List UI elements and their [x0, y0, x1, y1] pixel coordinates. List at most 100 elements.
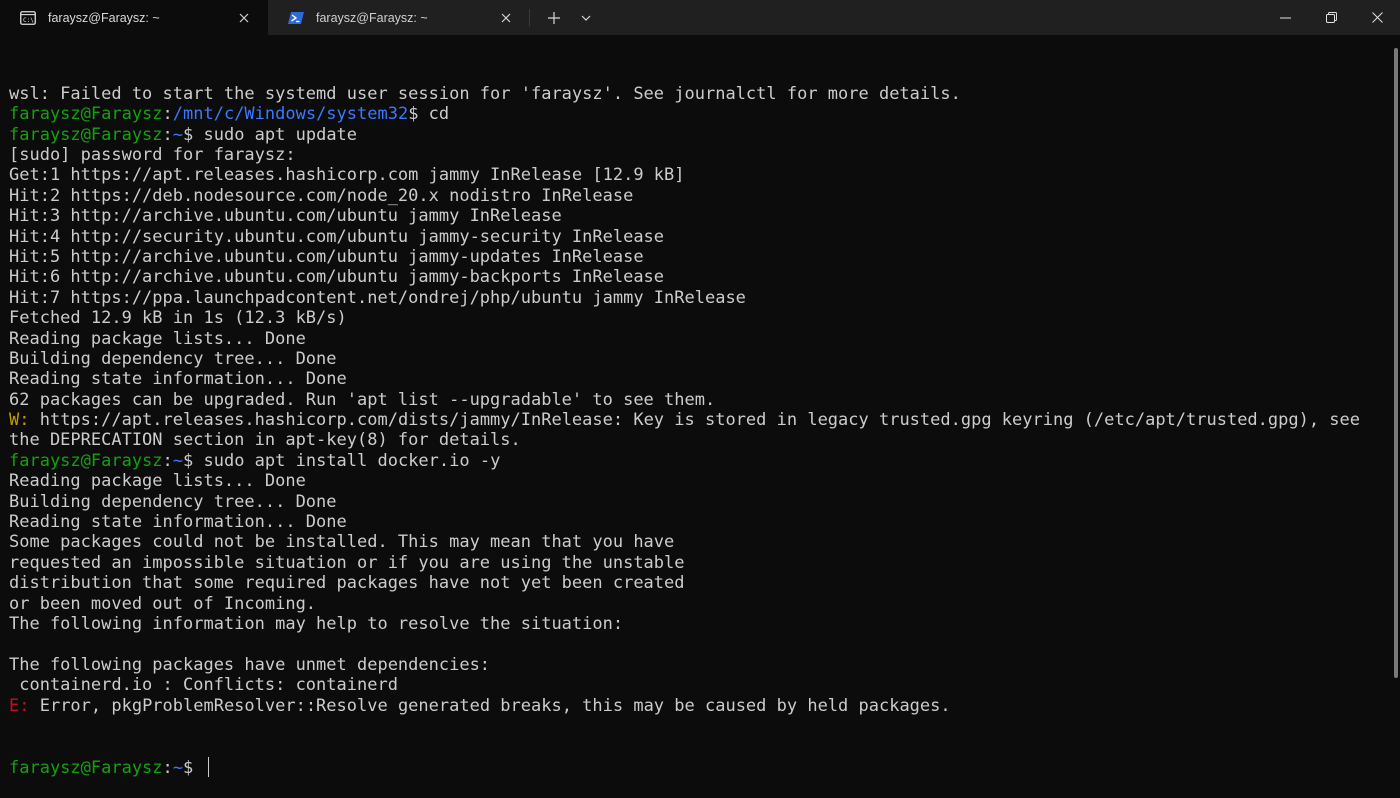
- output-text: requested an impossible situation or if …: [9, 552, 685, 573]
- close-window-button[interactable]: [1354, 0, 1400, 35]
- output-text: Hit:7 https://ppa.launchpadcontent.net/o…: [9, 287, 746, 308]
- terminal-line: E: Error, pkgProblemResolver::Resolve ge…: [9, 696, 1400, 716]
- output-text: containerd.io : Conflicts: containerd: [9, 675, 398, 696]
- text-cursor: [207, 756, 209, 777]
- terminal-lines: wsl: Failed to start the systemd user se…: [9, 84, 1400, 716]
- terminal-line: Fetched 12.9 kB in 1s (12.3 kB/s): [9, 308, 1400, 328]
- terminal-line: faraysz@Faraysz:~$ sudo apt install dock…: [9, 451, 1400, 471]
- scrollbar[interactable]: [1394, 48, 1398, 678]
- output-text: Hit:6 http://archive.ubuntu.com/ubuntu j…: [9, 267, 665, 288]
- tab-divider: [529, 9, 530, 26]
- restore-button[interactable]: [1308, 0, 1354, 35]
- close-icon: [1371, 12, 1383, 23]
- output-text: Building dependency tree... Done: [9, 348, 337, 369]
- terminal-line: requested an impossible situation or if …: [9, 553, 1400, 573]
- prompt-user: faraysz@Faraysz: [9, 757, 163, 778]
- output-text: Get:1 https://apt.releases.hashicorp.com…: [9, 165, 685, 186]
- terminal-line: or been moved out of Incoming.: [9, 594, 1400, 614]
- warning-tag: W:: [9, 410, 30, 431]
- terminal-line: Reading state information... Done: [9, 512, 1400, 532]
- prompt-user: faraysz@Faraysz: [9, 450, 163, 471]
- output-text: $ cd: [408, 104, 450, 125]
- output-text: $ sudo apt install docker.io -y: [183, 450, 501, 471]
- terminal-line: wsl: Failed to start the systemd user se…: [9, 84, 1400, 104]
- terminal-line: Building dependency tree... Done: [9, 349, 1400, 369]
- output-text: or been moved out of Incoming.: [9, 593, 317, 614]
- output-text: Reading package lists... Done: [9, 328, 306, 349]
- restore-icon: [1325, 12, 1337, 23]
- tab-powershell[interactable]: faraysz@Faraysz: ~: [268, 0, 530, 35]
- prompt-symbol: $: [183, 757, 204, 778]
- close-icon[interactable]: [496, 8, 516, 28]
- prompt-path: ~: [172, 124, 184, 145]
- terminal-line: Reading package lists... Done: [9, 329, 1400, 349]
- terminal-line: Building dependency tree... Done: [9, 492, 1400, 512]
- output-text: Reading package lists... Done: [9, 471, 306, 492]
- output-text: Hit:5 http://archive.ubuntu.com/ubuntu j…: [9, 246, 644, 267]
- output-text: Reading state information... Done: [9, 369, 347, 390]
- terminal-line: The following packages have unmet depend…: [9, 655, 1400, 675]
- tab-dropdown-button[interactable]: [570, 0, 602, 35]
- output-text: Hit:3 http://archive.ubuntu.com/ubuntu j…: [9, 206, 562, 227]
- output-text: Some packages could not be installed. Th…: [9, 532, 675, 553]
- terminal-line: Get:1 https://apt.releases.hashicorp.com…: [9, 165, 1400, 185]
- plus-icon: [548, 11, 560, 24]
- output-text: $ sudo apt update: [183, 124, 358, 145]
- output-text: 62 packages can be upgraded. Run 'apt li…: [9, 389, 716, 410]
- tab-title: faraysz@Faraysz: ~: [48, 10, 160, 25]
- prompt-path: ~: [172, 450, 184, 471]
- prompt-path: /mnt/c/Windows/system32: [172, 104, 409, 125]
- output-text: Hit:4 http://security.ubuntu.com/ubuntu …: [9, 226, 665, 247]
- terminal-line: W: https://apt.releases.hashicorp.com/di…: [9, 410, 1400, 430]
- current-prompt-line: faraysz@Faraysz:~$: [9, 756, 1400, 778]
- prompt-separator: :: [162, 104, 173, 125]
- terminal-line: Hit:4 http://security.ubuntu.com/ubuntu …: [9, 227, 1400, 247]
- prompt-separator: :: [162, 450, 173, 471]
- chevron-down-icon: [581, 15, 591, 21]
- terminal-line: Hit:6 http://archive.ubuntu.com/ubuntu j…: [9, 267, 1400, 287]
- close-icon[interactable]: [234, 8, 254, 28]
- output-text: The following information may help to re…: [9, 613, 624, 634]
- svg-text:C:\: C:\: [23, 17, 34, 24]
- prompt-separator: :: [162, 124, 173, 145]
- terminal-line: [sudo] password for faraysz:: [9, 145, 1400, 165]
- output-text: wsl: Failed to start the systemd user se…: [9, 83, 961, 104]
- terminal-line: the DEPRECATION section in apt-key(8) fo…: [9, 430, 1400, 450]
- terminal-line: faraysz@Faraysz:/mnt/c/Windows/system32$…: [9, 104, 1400, 124]
- terminal-line: Hit:5 http://archive.ubuntu.com/ubuntu j…: [9, 247, 1400, 267]
- output-text: the DEPRECATION section in apt-key(8) fo…: [9, 430, 521, 451]
- output-text: Building dependency tree... Done: [9, 491, 337, 512]
- terminal-line: 62 packages can be upgraded. Run 'apt li…: [9, 390, 1400, 410]
- terminal-line: distribution that some required packages…: [9, 573, 1400, 593]
- prompt-user: faraysz@Faraysz: [9, 104, 163, 125]
- terminal-line: Hit:7 https://ppa.launchpadcontent.net/o…: [9, 288, 1400, 308]
- output-text: Hit:2 https://deb.nodesource.com/node_20…: [9, 185, 634, 206]
- terminal-icon: C:\: [20, 10, 36, 26]
- minimize-button[interactable]: [1262, 0, 1308, 35]
- terminal-output[interactable]: wsl: Failed to start the systemd user se…: [0, 35, 1400, 778]
- output-text: [sudo] password for faraysz:: [9, 144, 296, 165]
- prompt-separator: :: [162, 757, 173, 778]
- output-text: https://apt.releases.hashicorp.com/dists…: [29, 410, 1361, 431]
- prompt-path: ~: [172, 757, 184, 778]
- terminal-line: The following information may help to re…: [9, 614, 1400, 634]
- output-text: Fetched 12.9 kB in 1s (12.3 kB/s): [9, 308, 347, 329]
- terminal-line: containerd.io : Conflicts: containerd: [9, 675, 1400, 695]
- prompt-user: faraysz@Faraysz: [9, 124, 163, 145]
- output-text: distribution that some required packages…: [9, 573, 685, 594]
- tab-title: faraysz@Faraysz: ~: [316, 10, 428, 25]
- output-text: Reading state information... Done: [9, 512, 347, 533]
- tab-ubuntu[interactable]: C:\ faraysz@Faraysz: ~: [0, 0, 268, 35]
- minimize-icon: [1279, 17, 1291, 18]
- terminal-line: Some packages could not be installed. Th…: [9, 532, 1400, 552]
- terminal-line: Reading package lists... Done: [9, 471, 1400, 491]
- title-bar: C:\ faraysz@Faraysz: ~ faraysz@Faraysz: …: [0, 0, 1400, 35]
- terminal-line: Hit:3 http://archive.ubuntu.com/ubuntu j…: [9, 206, 1400, 226]
- error-tag: E:: [9, 695, 30, 716]
- output-text: The following packages have unmet depend…: [9, 654, 491, 675]
- terminal-line: Reading state information... Done: [9, 369, 1400, 389]
- new-tab-button[interactable]: [538, 0, 570, 35]
- powershell-icon: [288, 10, 304, 26]
- window-controls: [1262, 0, 1400, 35]
